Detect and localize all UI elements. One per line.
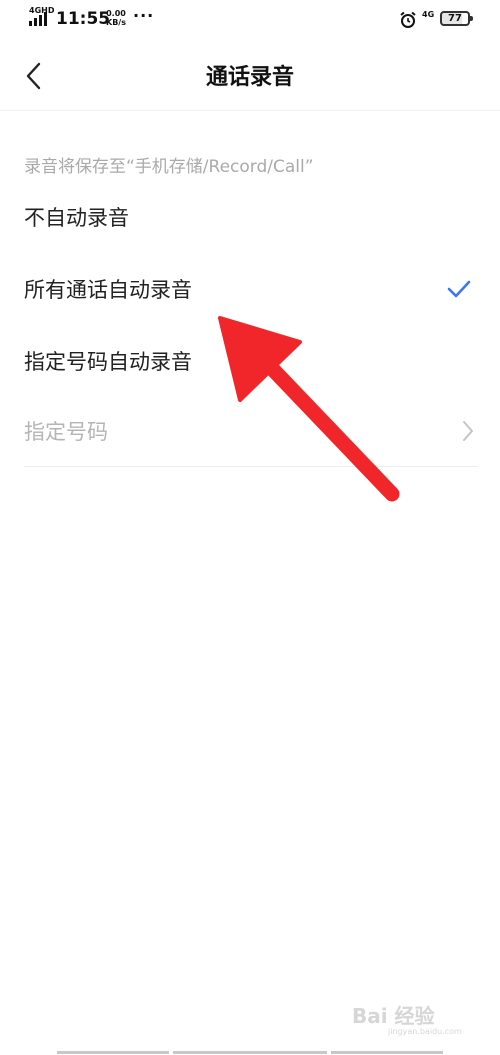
- baidu-jingyan-watermark: Bai 经验 jingyan.baidu.com: [352, 1000, 477, 1040]
- nav-segment-right[interactable]: [331, 1051, 443, 1054]
- battery-icon: 77: [440, 11, 473, 26]
- net-speed-unit: KB/s: [106, 18, 126, 27]
- alarm-icon: [400, 11, 416, 28]
- option-label: 不自动录音: [24, 206, 129, 230]
- option-record-specified-numbers[interactable]: 指定号码自动录音: [0, 326, 500, 396]
- chevron-right-icon: [463, 421, 473, 441]
- watermark-text: Bai 经验: [352, 1004, 435, 1028]
- status-bar: 4GHD 11:55 0.00 KB/s ··· 4G 77: [0, 0, 500, 40]
- save-location-hint: 录音将保存至“手机存储/Record/Call”: [24, 157, 314, 177]
- battery-level: 77: [448, 13, 462, 24]
- check-icon: [447, 280, 471, 298]
- net-speed: 0.00 KB/s: [106, 9, 126, 27]
- signal-icon: [29, 12, 47, 26]
- option-specified-numbers[interactable]: 指定号码: [0, 396, 500, 466]
- option-no-auto-record[interactable]: 不自动录音: [0, 182, 500, 252]
- nav-segment-center[interactable]: [173, 1051, 327, 1054]
- more-notifications-icon: ···: [133, 6, 155, 25]
- clock: 11:55: [56, 9, 111, 29]
- watermark-url: jingyan.baidu.com: [388, 1027, 462, 1036]
- divider: [24, 466, 478, 467]
- call-recording-screen: 4GHD 11:55 0.00 KB/s ··· 4G 77 通话录音 录音将保…: [0, 0, 500, 1055]
- page-title: 通话录音: [205, 65, 294, 90]
- app-header: 通话录音: [0, 40, 500, 111]
- net-speed-value: 0.00: [106, 9, 126, 18]
- option-record-all-calls[interactable]: 所有通话自动录音: [0, 254, 500, 324]
- navigation-bar: [0, 1046, 500, 1055]
- nav-segment-left[interactable]: [57, 1051, 169, 1054]
- network-4g: 4G: [422, 10, 435, 19]
- option-label: 指定号码自动录音: [24, 350, 192, 374]
- option-label: 所有通话自动录音: [24, 278, 192, 302]
- option-label: 指定号码: [24, 420, 108, 444]
